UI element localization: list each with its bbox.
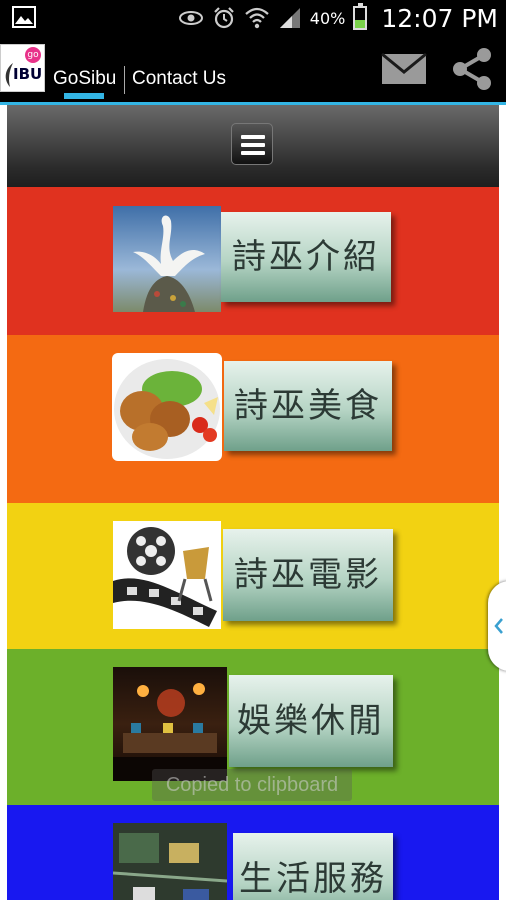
category-band-intro: 詩巫介紹 bbox=[7, 187, 499, 335]
gallery-icon bbox=[12, 6, 36, 28]
category-tile-intro[interactable]: 詩巫介紹 bbox=[113, 206, 393, 312]
toast-message: Copied to clipboard bbox=[152, 769, 352, 801]
action-bar: go IBU GoSibu Contact Us bbox=[0, 36, 506, 105]
web-content: 詩巫介紹 詩巫美食 詩巫電影 娛樂休閒 生活服務 Copied to clipb… bbox=[0, 105, 506, 900]
tab-divider bbox=[124, 66, 125, 94]
fried-chicken-image bbox=[112, 353, 222, 461]
eye-icon bbox=[178, 11, 203, 25]
category-plaque-leisure: 娛樂休閒 bbox=[229, 675, 393, 767]
logo-text: IBU bbox=[13, 65, 43, 83]
app-logo[interactable]: go IBU bbox=[0, 44, 45, 92]
category-label-leisure: 娛樂休閒 bbox=[237, 701, 385, 741]
category-label-intro: 詩巫介紹 bbox=[232, 237, 380, 277]
category-band-food: 詩巫美食 bbox=[7, 335, 499, 503]
alarm-icon bbox=[214, 7, 234, 29]
battery-percent: 40% bbox=[309, 8, 346, 28]
signal-icon bbox=[279, 8, 300, 28]
category-tile-leisure[interactable]: 娛樂休閒 bbox=[113, 667, 395, 781]
hamburger-icon[interactable] bbox=[231, 123, 273, 165]
tab-contact-us[interactable]: Contact Us bbox=[132, 68, 226, 90]
category-plaque-food: 詩巫美食 bbox=[224, 361, 392, 451]
category-band-movie: 詩巫電影 bbox=[7, 503, 499, 649]
share-icon[interactable] bbox=[448, 46, 496, 92]
active-tab-indicator bbox=[64, 93, 104, 99]
category-label-movie: 詩巫電影 bbox=[234, 555, 382, 595]
side-drawer-handle[interactable] bbox=[488, 581, 506, 671]
category-label-food: 詩巫美食 bbox=[234, 386, 382, 426]
circuit-board-image bbox=[113, 823, 227, 900]
category-tile-movie[interactable]: 詩巫電影 bbox=[113, 521, 395, 629]
logo-go-badge: go bbox=[25, 47, 41, 63]
status-bar: 40% 12:07 PM bbox=[0, 0, 506, 36]
category-tile-food[interactable]: 詩巫美食 bbox=[112, 353, 394, 461]
category-band-services: 生活服務 bbox=[7, 805, 499, 900]
night-bar-image bbox=[113, 667, 227, 781]
category-plaque-intro: 詩巫介紹 bbox=[221, 212, 391, 302]
category-plaque-movie: 詩巫電影 bbox=[223, 529, 393, 621]
clock: 12:07 PM bbox=[381, 3, 498, 33]
chevron-left-icon bbox=[494, 618, 503, 634]
menu-bar bbox=[7, 105, 499, 187]
wifi-icon bbox=[245, 7, 269, 29]
mail-icon[interactable] bbox=[380, 46, 428, 92]
battery-icon bbox=[353, 3, 368, 30]
category-tile-services[interactable]: 生活服務 bbox=[113, 823, 395, 900]
film-reel-image bbox=[113, 521, 221, 629]
tab-gosibu[interactable]: GoSibu bbox=[53, 68, 116, 90]
swan-statue-image bbox=[113, 206, 221, 312]
category-plaque-services: 生活服務 bbox=[233, 833, 393, 900]
category-label-services: 生活服務 bbox=[239, 859, 387, 899]
